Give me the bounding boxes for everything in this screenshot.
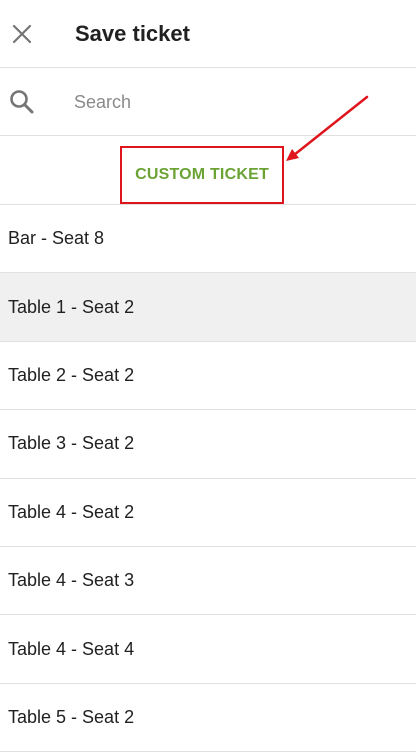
ticket-list-item[interactable]: Table 4 - Seat 4 [0,615,416,684]
ticket-label: Table 3 - Seat 2 [8,433,135,454]
ticket-list-item[interactable]: Table 2 - Seat 2 [0,342,416,411]
ticket-list-item[interactable]: Bar - Seat 8 [0,205,416,274]
ticket-label: Table 2 - Seat 2 [8,364,135,385]
ticket-list: Bar - Seat 8 Table 1 - Seat 2 Table 2 - Se… [0,205,416,752]
page-title: Save ticket [75,21,190,46]
ticket-label: Bar - Seat 8 [8,228,105,249]
custom-ticket-button[interactable]: CUSTOM TICKET [120,146,284,204]
ticket-list-item[interactable]: Table 3 - Seat 2 [0,410,416,479]
ticket-label: Table 4 - Seat 2 [8,501,135,522]
ticket-label: Table 4 - Seat 3 [8,570,135,591]
close-icon [12,24,32,44]
search-bar [0,68,416,136]
search-icon [10,90,34,114]
ticket-list-item[interactable]: Table 5 - Seat 2 [0,684,416,752]
ticket-label: Table 1 - Seat 2 [8,296,135,317]
app-bar: Save ticket [0,0,416,68]
ticket-list-item[interactable]: Table 1 - Seat 2 [0,273,416,342]
custom-ticket-label: CUSTOM TICKET [135,166,269,183]
search-input[interactable] [74,88,394,116]
ticket-list-item[interactable]: Table 4 - Seat 3 [0,547,416,616]
ticket-label: Table 4 - Seat 4 [8,638,135,659]
ticket-label: Table 5 - Seat 2 [8,706,135,727]
ticket-list-item[interactable]: Table 4 - Seat 2 [0,479,416,547]
custom-ticket-row: CUSTOM TICKET [0,136,416,205]
close-button[interactable] [6,16,38,52]
